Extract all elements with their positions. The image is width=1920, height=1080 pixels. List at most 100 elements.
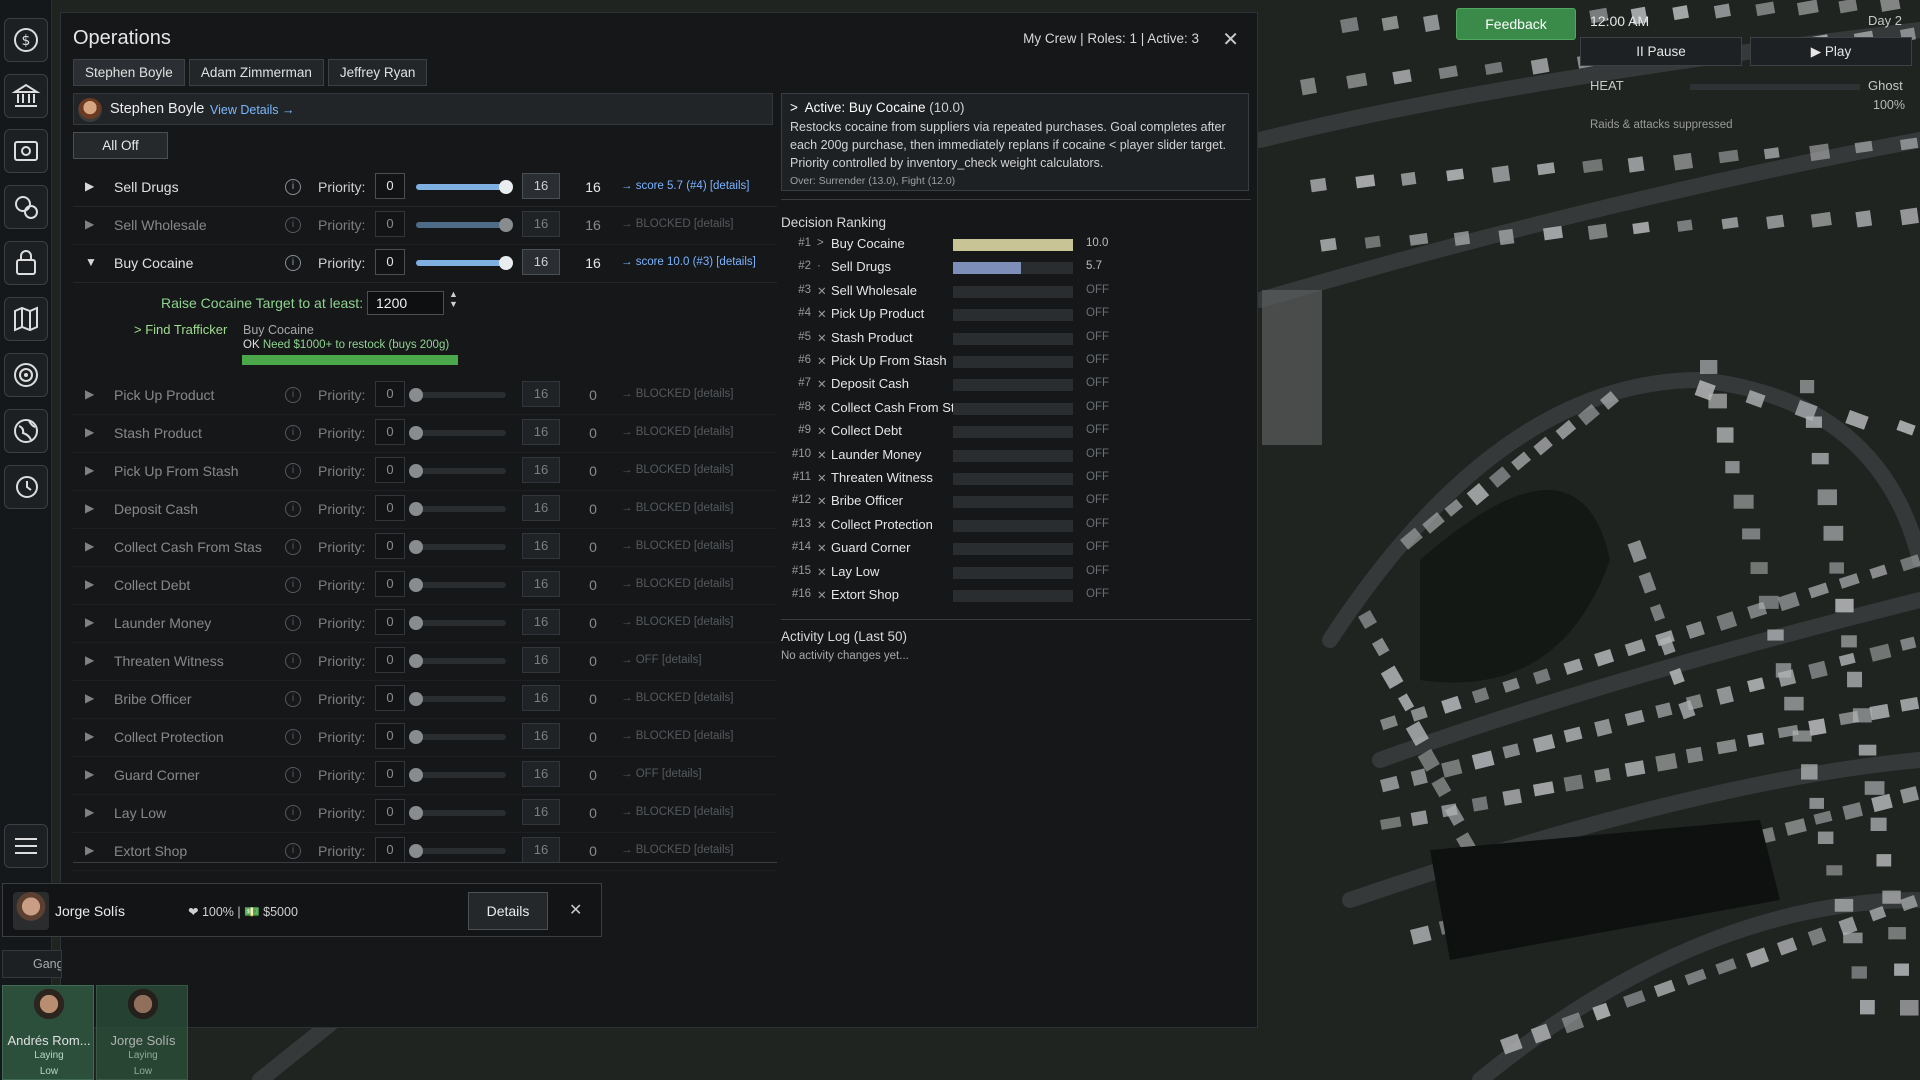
task-score-link[interactable]: → BLOCKED [details] <box>621 844 733 856</box>
slider-handle[interactable] <box>409 540 423 554</box>
priority-slider[interactable] <box>416 180 513 194</box>
priority-min-field[interactable]: 0 <box>375 837 405 863</box>
crew-card[interactable]: Andrés Rom... Laying Low <box>2 985 94 1080</box>
drug-timer-nav-button[interactable] <box>4 185 48 229</box>
priority-slider[interactable] <box>409 654 506 668</box>
cocaine-target-stepper[interactable]: ▲ ▼ <box>449 289 458 309</box>
priority-max-field[interactable]: 16 <box>522 609 560 635</box>
target-nav-button[interactable] <box>4 353 48 397</box>
priority-slider[interactable] <box>409 616 506 630</box>
task-score-link[interactable]: → BLOCKED [details] <box>621 730 733 742</box>
task-score-link[interactable]: → score 5.7 (#4) [details] <box>621 180 749 192</box>
priority-min-field[interactable]: 0 <box>375 609 405 635</box>
priority-max-field[interactable]: 16 <box>522 685 560 711</box>
priority-slider[interactable] <box>409 426 506 440</box>
expand-arrow-icon[interactable]: ▶ <box>85 729 94 743</box>
feedback-button[interactable]: Feedback <box>1456 8 1576 40</box>
dollar-nav-button[interactable]: $ <box>4 18 48 62</box>
expand-arrow-icon[interactable]: ▶ <box>85 843 94 857</box>
task-score-link[interactable]: → BLOCKED [details] <box>621 502 733 514</box>
task-score-link[interactable]: → OFF [details] <box>621 654 702 666</box>
priority-slider[interactable] <box>409 768 506 782</box>
all-off-button[interactable]: All Off <box>73 132 168 159</box>
view-details-link[interactable]: View Details → <box>210 103 295 117</box>
priority-max-field[interactable]: 16 <box>522 419 560 445</box>
priority-max-field[interactable]: 16 <box>522 837 560 863</box>
priority-max-field[interactable]: 16 <box>522 533 560 559</box>
slider-handle[interactable] <box>409 616 423 630</box>
task-score-link[interactable]: → BLOCKED [details] <box>621 464 733 476</box>
expand-arrow-icon[interactable]: ▶ <box>85 463 94 477</box>
slider-handle[interactable] <box>409 578 423 592</box>
member-details-button[interactable]: Details <box>468 892 548 930</box>
priority-slider[interactable] <box>409 540 506 554</box>
task-score-link[interactable]: → BLOCKED [details] <box>621 388 733 400</box>
priority-slider[interactable] <box>409 844 506 858</box>
priority-max-field[interactable]: 16 <box>522 173 560 199</box>
priority-max-field[interactable]: 16 <box>522 799 560 825</box>
priority-min-field[interactable]: 0 <box>375 249 405 275</box>
priority-min-field[interactable]: 0 <box>375 419 405 445</box>
collapse-arrow-icon[interactable]: ▼ <box>85 255 97 269</box>
play-button[interactable]: ▶ Play <box>1750 37 1912 66</box>
surveillance-nav-button[interactable] <box>4 129 48 173</box>
close-icon[interactable]: ✕ <box>569 900 582 920</box>
info-icon[interactable]: i <box>285 217 301 233</box>
info-icon[interactable]: i <box>285 179 301 195</box>
task-score-link[interactable]: → BLOCKED [details] <box>621 578 733 590</box>
expand-arrow-icon[interactable]: ▶ <box>85 577 94 591</box>
task-score-link[interactable]: → BLOCKED [details] <box>621 426 733 438</box>
priority-slider[interactable] <box>416 218 513 232</box>
priority-max-field[interactable]: 16 <box>522 495 560 521</box>
priority-min-field[interactable]: 0 <box>375 495 405 521</box>
priority-min-field[interactable]: 0 <box>375 647 405 673</box>
expand-arrow-icon[interactable]: ▶ <box>85 425 94 439</box>
slider-handle[interactable] <box>409 502 423 516</box>
priority-min-field[interactable]: 0 <box>375 571 405 597</box>
expand-arrow-icon[interactable]: ▶ <box>85 691 94 705</box>
priority-min-field[interactable]: 0 <box>375 533 405 559</box>
info-icon[interactable]: i <box>285 805 301 821</box>
history-nav-button[interactable] <box>4 465 48 509</box>
priority-slider[interactable] <box>409 730 506 744</box>
priority-max-field[interactable]: 16 <box>522 381 560 407</box>
task-score-link[interactable]: → OFF [details] <box>621 768 702 780</box>
priority-min-field[interactable]: 0 <box>375 799 405 825</box>
slider-handle[interactable] <box>409 654 423 668</box>
info-icon[interactable]: i <box>285 387 301 403</box>
info-icon[interactable]: i <box>285 463 301 479</box>
priority-slider[interactable] <box>416 256 513 270</box>
info-icon[interactable]: i <box>285 615 301 631</box>
slider-handle[interactable] <box>499 218 513 232</box>
priority-min-field[interactable]: 0 <box>375 761 405 787</box>
pause-button[interactable]: II Pause <box>1580 37 1742 66</box>
slider-handle[interactable] <box>409 464 423 478</box>
slider-handle[interactable] <box>409 388 423 402</box>
priority-max-field[interactable]: 16 <box>522 571 560 597</box>
expand-arrow-icon[interactable]: ▶ <box>85 501 94 515</box>
find-trafficker-link[interactable]: > Find Trafficker <box>134 322 227 337</box>
slider-handle[interactable] <box>409 426 423 440</box>
priority-max-field[interactable]: 16 <box>522 457 560 483</box>
expand-arrow-icon[interactable]: ▶ <box>85 767 94 781</box>
priority-slider[interactable] <box>409 464 506 478</box>
close-icon[interactable]: ✕ <box>1222 27 1239 52</box>
info-icon[interactable]: i <box>285 539 301 555</box>
expand-arrow-icon[interactable]: ▶ <box>85 615 94 629</box>
task-score-link[interactable]: → BLOCKED [details] <box>621 616 733 628</box>
slider-handle[interactable] <box>409 768 423 782</box>
priority-slider[interactable] <box>409 806 506 820</box>
tab-stephen-boyle[interactable]: Stephen Boyle <box>73 59 185 86</box>
expand-arrow-icon[interactable]: ▶ <box>85 217 94 231</box>
priority-min-field[interactable]: 0 <box>375 723 405 749</box>
slider-handle[interactable] <box>499 180 513 194</box>
slider-handle[interactable] <box>409 692 423 706</box>
map-nav-button[interactable] <box>4 297 48 341</box>
priority-max-field[interactable]: 16 <box>522 761 560 787</box>
priority-min-field[interactable]: 0 <box>375 381 405 407</box>
globe-nav-button[interactable] <box>4 409 48 453</box>
tab-adam-zimmerman[interactable]: Adam Zimmerman <box>188 59 324 86</box>
priority-min-field[interactable]: 0 <box>375 457 405 483</box>
slider-handle[interactable] <box>499 256 513 270</box>
bank-nav-button[interactable] <box>4 74 48 118</box>
